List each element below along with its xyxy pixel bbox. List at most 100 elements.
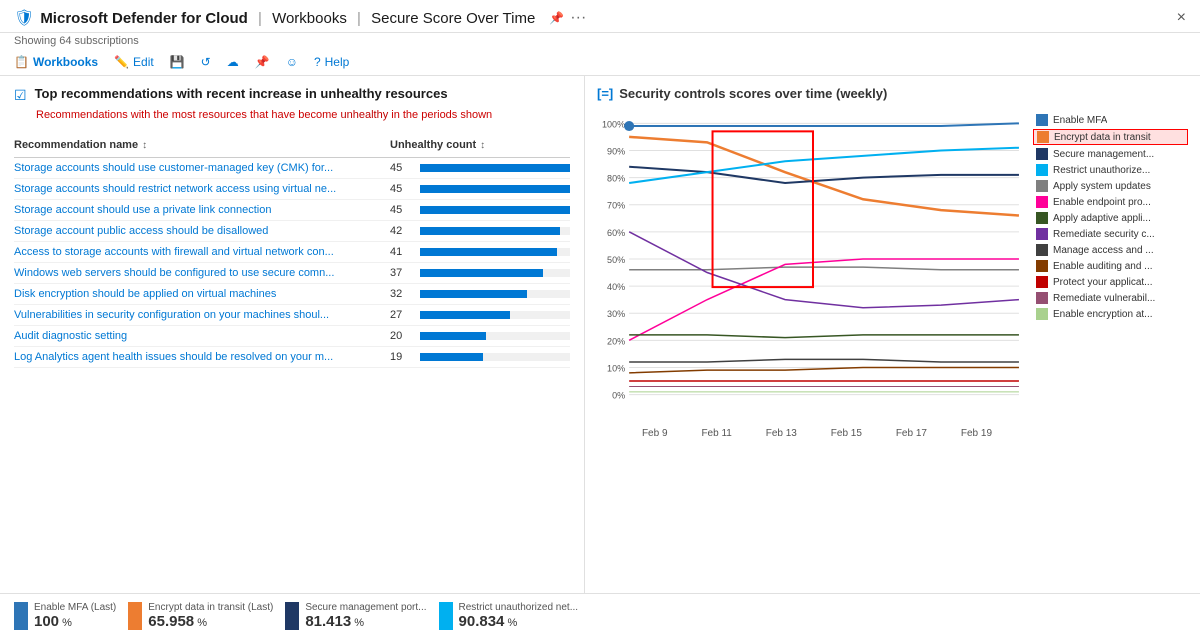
legend-item-apply_updates[interactable]: Apply system updates bbox=[1033, 179, 1188, 193]
legend-label-enable_mfa: Enable MFA bbox=[1053, 115, 1107, 126]
legend-item-remediate_sec[interactable]: Remediate security c... bbox=[1033, 227, 1188, 241]
metric-color-secure_mgmt bbox=[285, 602, 299, 630]
edit-button[interactable]: ✏️ Edit bbox=[114, 55, 154, 69]
desc-part1: Recommendations with the most resources … bbox=[36, 109, 340, 121]
metric-color-restrict_unauth bbox=[439, 602, 453, 630]
row-name-5[interactable]: Windows web servers should be configured… bbox=[14, 267, 390, 279]
feedback-button[interactable]: ☺ bbox=[286, 55, 298, 69]
metric-value-encrypt_transit: 65.958 % bbox=[148, 613, 273, 630]
row-name-1[interactable]: Storage accounts should restrict network… bbox=[14, 183, 390, 195]
cloud-button[interactable]: ☁ bbox=[227, 55, 239, 69]
legend-item-enable_auditing[interactable]: Enable auditing and ... bbox=[1033, 259, 1188, 273]
legend-color-restrict_unauth bbox=[1036, 164, 1048, 176]
more-header-icon[interactable]: ··· bbox=[570, 9, 586, 27]
col-name-sort[interactable]: ↕ bbox=[142, 140, 147, 151]
legend-item-apply_adaptive[interactable]: Apply adaptive appli... bbox=[1033, 211, 1188, 225]
row-count-cell-2: 45 bbox=[390, 204, 570, 216]
row-count-cell-1: 45 bbox=[390, 183, 570, 195]
pin-header-icon[interactable]: 📌 bbox=[549, 11, 564, 25]
metric-name-secure_mgmt: Secure management port... bbox=[305, 602, 426, 613]
x-label-1: Feb 9 bbox=[642, 428, 668, 439]
legend-label-encrypt_transit: Encrypt data in transit bbox=[1054, 132, 1151, 143]
legend-item-remediate_vuln[interactable]: Remediate vulnerabil... bbox=[1033, 291, 1188, 305]
left-panel: ☑ Top recommendations with recent increa… bbox=[0, 76, 585, 593]
legend-label-remediate_sec: Remediate security c... bbox=[1053, 229, 1155, 240]
legend-item-enable_endpoint[interactable]: Enable endpoint pro... bbox=[1033, 195, 1188, 209]
row-bar-container-3 bbox=[420, 227, 570, 235]
row-bar-4 bbox=[420, 248, 557, 256]
table-row: Storage accounts should use customer-man… bbox=[14, 158, 570, 179]
row-name-2[interactable]: Storage account should use a private lin… bbox=[14, 204, 390, 216]
right-panel: [=] Security controls scores over time (… bbox=[585, 76, 1200, 593]
metric-name-restrict_unauth: Restrict unauthorized net... bbox=[459, 602, 579, 613]
legend-item-encrypt_transit[interactable]: Encrypt data in transit bbox=[1033, 129, 1188, 145]
row-name-9[interactable]: Log Analytics agent health issues should… bbox=[14, 351, 390, 363]
chart-icon: [=] bbox=[597, 86, 613, 101]
svg-text:10%: 10% bbox=[607, 363, 625, 373]
legend-color-apply_adaptive bbox=[1036, 212, 1048, 224]
row-bar-container-5 bbox=[420, 269, 570, 277]
feedback-icon: ☺ bbox=[286, 55, 298, 69]
close-button[interactable]: × bbox=[1177, 9, 1186, 27]
legend-label-enable_auditing: Enable auditing and ... bbox=[1053, 261, 1153, 272]
metric-unit-restrict_unauth: % bbox=[504, 617, 517, 629]
help-button[interactable]: ? Help bbox=[314, 55, 349, 69]
svg-text:80%: 80% bbox=[607, 174, 625, 184]
col-count-header[interactable]: Unhealthy count ↕ bbox=[390, 139, 570, 151]
row-count-8: 20 bbox=[390, 330, 414, 342]
svg-text:60%: 60% bbox=[607, 228, 625, 238]
row-name-3[interactable]: Storage account public access should be … bbox=[14, 225, 390, 237]
row-bar-container-2 bbox=[420, 206, 570, 214]
metric-item-secure_mgmt: Secure management port... 81.413 % bbox=[285, 602, 426, 630]
col-count-sort[interactable]: ↕ bbox=[480, 140, 485, 151]
legend-item-protect_app[interactable]: Protect your applicat... bbox=[1033, 275, 1188, 289]
row-count-1: 45 bbox=[390, 183, 414, 195]
table-row: Log Analytics agent health issues should… bbox=[14, 347, 570, 368]
legend-label-manage_access: Manage access and ... bbox=[1053, 245, 1154, 256]
row-name-4[interactable]: Access to storage accounts with firewall… bbox=[14, 246, 390, 258]
row-name-6[interactable]: Disk encryption should be applied on vir… bbox=[14, 288, 390, 300]
metric-text-encrypt_transit: Encrypt data in transit (Last) 65.958 % bbox=[148, 602, 273, 630]
table-row: Access to storage accounts with firewall… bbox=[14, 242, 570, 263]
workbooks-button[interactable]: 📋 Workbooks bbox=[14, 55, 98, 69]
row-count-cell-6: 32 bbox=[390, 288, 570, 300]
legend-label-enable_encrypt: Enable encryption at... bbox=[1053, 309, 1153, 320]
legend-item-restrict_unauth[interactable]: Restrict unauthorize... bbox=[1033, 163, 1188, 177]
row-count-4: 41 bbox=[390, 246, 414, 258]
legend-item-manage_access[interactable]: Manage access and ... bbox=[1033, 243, 1188, 257]
legend-item-secure_mgmt[interactable]: Secure management... bbox=[1033, 147, 1188, 161]
row-count-3: 42 bbox=[390, 225, 414, 237]
row-bar-3 bbox=[420, 227, 560, 235]
row-bar-8 bbox=[420, 332, 486, 340]
row-count-cell-4: 41 bbox=[390, 246, 570, 258]
app-title: Microsoft Defender for Cloud | Workbooks… bbox=[40, 10, 535, 27]
legend-color-enable_encrypt bbox=[1036, 308, 1048, 320]
legend-item-enable_mfa[interactable]: Enable MFA bbox=[1033, 113, 1188, 127]
row-count-cell-8: 20 bbox=[390, 330, 570, 342]
row-name-0[interactable]: Storage accounts should use customer-man… bbox=[14, 162, 390, 174]
section-header: ☑ Top recommendations with recent increa… bbox=[14, 86, 570, 104]
row-bar-9 bbox=[420, 353, 483, 361]
metric-color-encrypt_transit bbox=[128, 602, 142, 630]
col-name-label: Recommendation name bbox=[14, 139, 138, 151]
row-name-8[interactable]: Audit diagnostic setting bbox=[14, 330, 390, 342]
save-button[interactable]: 💾 bbox=[170, 55, 185, 69]
metric-item-enable_mfa: Enable MFA (Last) 100 % bbox=[14, 602, 116, 630]
row-name-7[interactable]: Vulnerabilities in security configuratio… bbox=[14, 309, 390, 321]
pin-button[interactable]: 📌 bbox=[255, 55, 270, 69]
header-section: Workbooks bbox=[272, 10, 347, 27]
save-icon: 💾 bbox=[170, 55, 185, 69]
sep2: | bbox=[357, 10, 361, 27]
row-count-cell-5: 37 bbox=[390, 267, 570, 279]
x-label-6: Feb 19 bbox=[961, 428, 992, 439]
legend-item-enable_encrypt[interactable]: Enable encryption at... bbox=[1033, 307, 1188, 321]
legend-label-restrict_unauth: Restrict unauthorize... bbox=[1053, 165, 1150, 176]
row-bar-container-7 bbox=[420, 311, 570, 319]
pin-icon: 📌 bbox=[255, 55, 270, 69]
refresh-button[interactable]: ↺ bbox=[201, 55, 211, 69]
metric-value-restrict_unauth: 90.834 % bbox=[459, 613, 579, 630]
app-title-main: Microsoft Defender for Cloud bbox=[40, 10, 248, 27]
chart-legend: Enable MFA Encrypt data in transit Secur… bbox=[1033, 109, 1188, 506]
row-count-7: 27 bbox=[390, 309, 414, 321]
col-name-header[interactable]: Recommendation name ↕ bbox=[14, 139, 390, 151]
